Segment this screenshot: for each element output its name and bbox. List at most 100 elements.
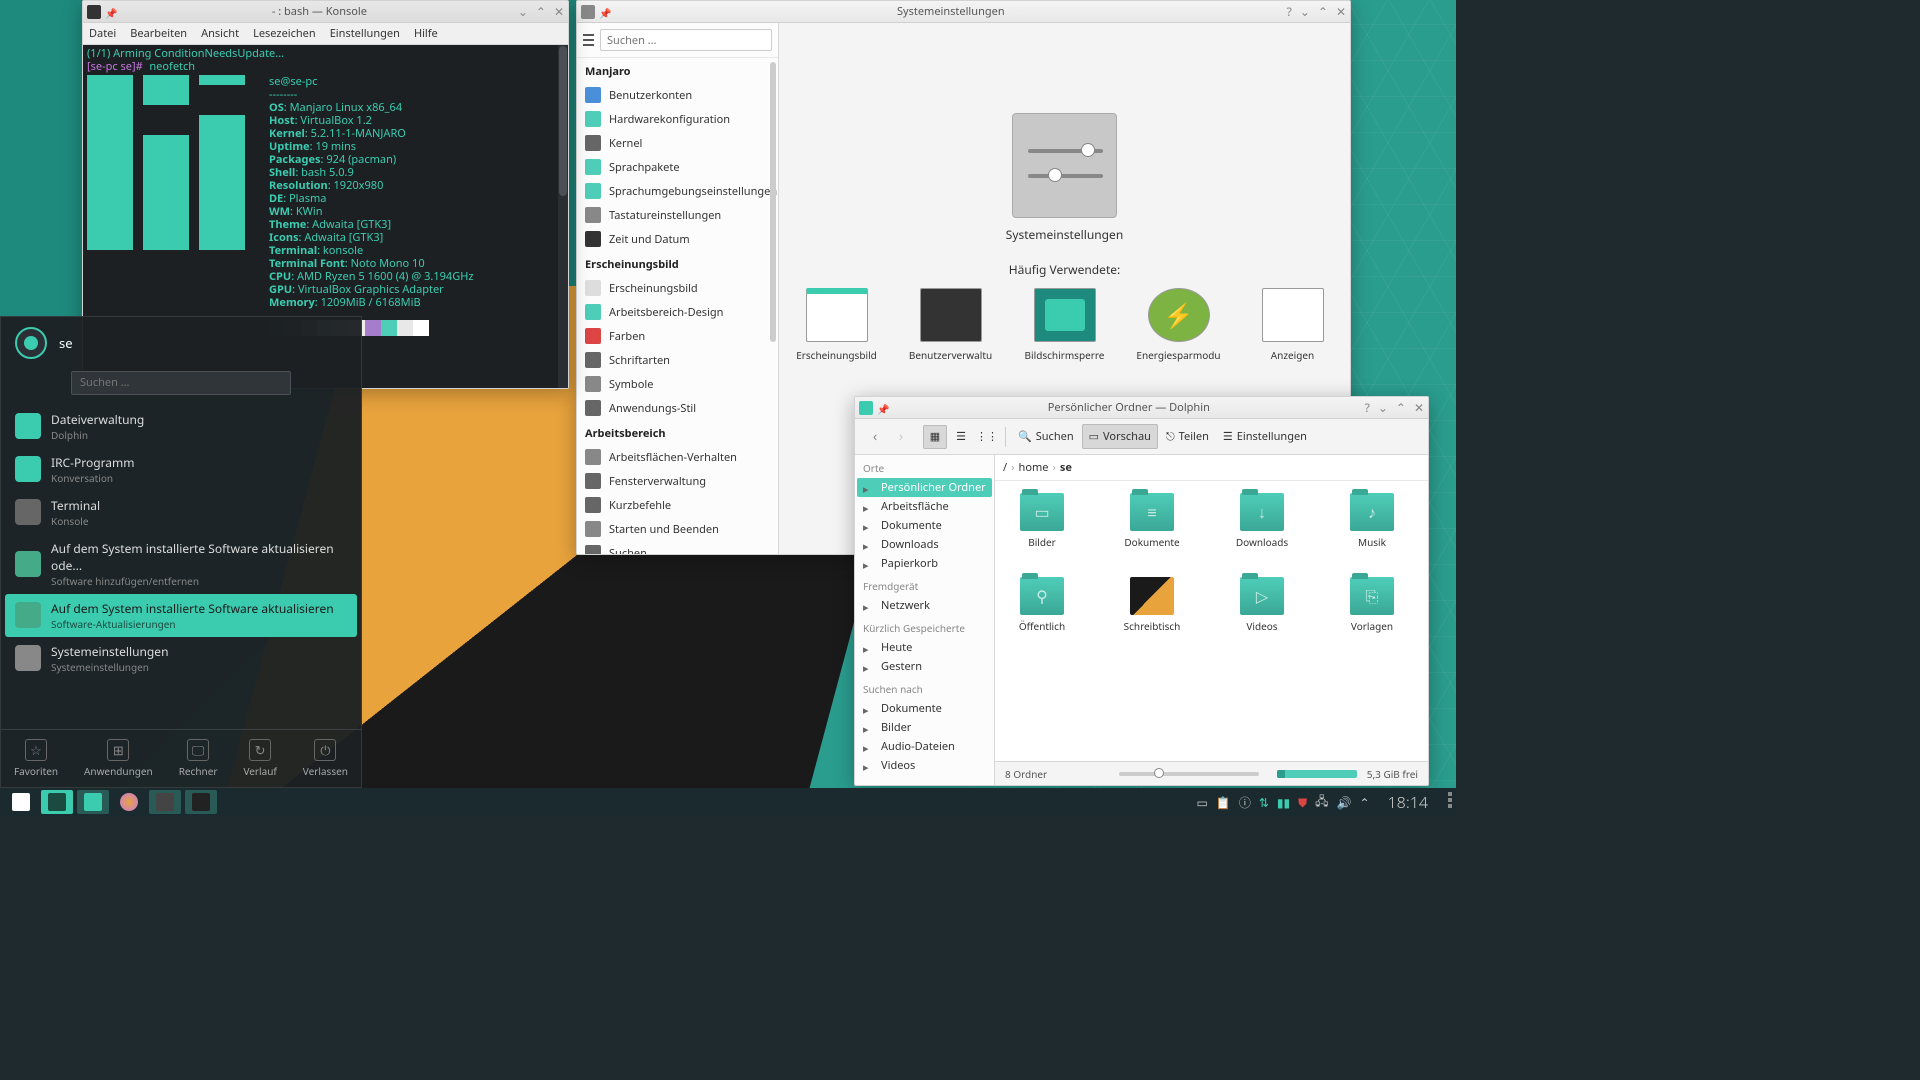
minimize-icon[interactable]: ⌄ bbox=[1300, 3, 1310, 20]
places-item[interactable]: ▸Persönlicher Ordner bbox=[857, 478, 992, 497]
taskbar-settings[interactable] bbox=[149, 790, 181, 814]
settings-item[interactable]: Arbeitsbereich-Design bbox=[577, 300, 778, 324]
settings-item[interactable]: Fensterverwaltung bbox=[577, 469, 778, 493]
taskbar-activities-icon[interactable] bbox=[1436, 792, 1456, 812]
taskbar-firefox[interactable] bbox=[113, 790, 145, 814]
freq-item[interactable]: Benutzerverwaltu bbox=[911, 288, 991, 362]
view-icons-icon[interactable]: ▦ bbox=[923, 425, 947, 449]
places-item[interactable]: ▸Dokumente bbox=[855, 699, 994, 718]
launcher-footer-item[interactable]: ⏻Verlassen bbox=[303, 739, 348, 778]
taskbar-desktop[interactable] bbox=[41, 790, 73, 814]
zoom-slider[interactable] bbox=[1119, 772, 1259, 776]
menu-ansicht[interactable]: Ansicht bbox=[201, 26, 239, 41]
menu-datei[interactable]: Datei bbox=[89, 26, 116, 41]
breadcrumb-root[interactable]: / bbox=[1003, 460, 1007, 475]
launcher-item[interactable]: IRC-ProgrammKonversation bbox=[1, 448, 361, 491]
maximize-icon[interactable]: ⌃ bbox=[536, 3, 546, 20]
pin-icon[interactable]: 📌 bbox=[599, 6, 611, 18]
terminal-scrollbar[interactable] bbox=[558, 45, 568, 388]
launcher-footer-item[interactable]: ↻Verlauf bbox=[243, 739, 276, 778]
minimize-icon[interactable]: ⌄ bbox=[1378, 399, 1388, 416]
maximize-icon[interactable]: ⌃ bbox=[1396, 399, 1406, 416]
folder-item[interactable]: ≡Dokumente bbox=[1117, 493, 1187, 549]
launcher-footer-item[interactable]: 🖵Rechner bbox=[179, 739, 218, 778]
places-item[interactable]: ▸Arbeitsfläche bbox=[855, 497, 994, 516]
taskbar-clock[interactable]: 18:14 bbox=[1380, 791, 1436, 813]
taskbar-konsole[interactable] bbox=[185, 790, 217, 814]
launcher-item[interactable]: DateiverwaltungDolphin bbox=[1, 405, 361, 448]
menu-hilfe[interactable]: Hilfe bbox=[414, 26, 438, 41]
places-item[interactable]: ▸Dokumente bbox=[855, 516, 994, 535]
taskbar-dolphin[interactable] bbox=[77, 790, 109, 814]
launcher-item[interactable]: Auf dem System installierte Software akt… bbox=[1, 534, 361, 594]
help-icon[interactable]: ? bbox=[1287, 3, 1292, 20]
folder-item[interactable]: ♪Musik bbox=[1337, 493, 1407, 549]
breadcrumb-se[interactable]: se bbox=[1060, 460, 1072, 475]
breadcrumb[interactable]: /› home› se bbox=[995, 455, 1428, 481]
launcher-item[interactable]: TerminalKonsole bbox=[1, 491, 361, 534]
places-item[interactable]: ▸Bilder bbox=[855, 718, 994, 737]
tray-network-icon[interactable]: 🖧 bbox=[1315, 792, 1328, 813]
settings-titlebar[interactable]: 📌 Systemeinstellungen ? ⌄ ⌃ ✕ bbox=[577, 1, 1350, 23]
settings-button[interactable]: ☰Einstellungen bbox=[1217, 425, 1313, 448]
nav-forward-icon[interactable]: › bbox=[889, 425, 913, 449]
folder-grid[interactable]: ▭Bilder≡Dokumente↓Downloads♪Musik⚲Öffent… bbox=[995, 481, 1428, 761]
menu-lesezeichen[interactable]: Lesezeichen bbox=[253, 26, 316, 41]
settings-item[interactable]: Kernel bbox=[577, 131, 778, 155]
folder-item[interactable]: Schreibtisch bbox=[1117, 577, 1187, 633]
freq-item[interactable]: Erscheinungsbild bbox=[797, 288, 877, 362]
folder-item[interactable]: ▷Videos bbox=[1227, 577, 1297, 633]
settings-item[interactable]: Arbeitsflächen-Verhalten bbox=[577, 445, 778, 469]
maximize-icon[interactable]: ⌃ bbox=[1318, 3, 1328, 20]
tray-manjaro-icon[interactable]: ▮▮ bbox=[1277, 794, 1290, 811]
share-button[interactable]: ⎋Teilen bbox=[1160, 425, 1215, 448]
tray-clipboard-icon[interactable]: 📋 bbox=[1216, 794, 1231, 811]
launcher-item[interactable]: SystemeinstellungenSystemeinstellungen bbox=[1, 637, 361, 680]
folder-item[interactable]: ⚲Öffentlich bbox=[1007, 577, 1077, 633]
close-icon[interactable]: ✕ bbox=[1336, 3, 1346, 20]
settings-search-input[interactable] bbox=[600, 29, 772, 51]
pin-icon[interactable]: 📌 bbox=[877, 402, 889, 414]
view-details-icon[interactable]: ⋮⋮ bbox=[975, 425, 999, 449]
freq-item[interactable]: ⚡Energiesparmodu bbox=[1139, 288, 1219, 362]
view-compact-icon[interactable]: ☰ bbox=[949, 425, 973, 449]
settings-item[interactable]: Sprachumgebungseinstellungen bbox=[577, 179, 778, 203]
settings-item[interactable]: Suchen bbox=[577, 541, 778, 554]
folder-item[interactable]: ⎘Vorlagen bbox=[1337, 577, 1407, 633]
tray-display-icon[interactable]: ▭ bbox=[1197, 794, 1208, 811]
settings-item[interactable]: Hardwarekonfiguration bbox=[577, 107, 778, 131]
settings-item[interactable]: Symbole bbox=[577, 372, 778, 396]
preview-button[interactable]: ▭Vorschau bbox=[1082, 424, 1158, 449]
tray-shield-icon[interactable]: ⛊ bbox=[1298, 794, 1307, 811]
settings-item[interactable]: Kurzbefehle bbox=[577, 493, 778, 517]
places-item[interactable]: ▸Netzwerk bbox=[855, 596, 994, 615]
settings-item[interactable]: Sprachpakete bbox=[577, 155, 778, 179]
tray-volume-icon[interactable]: 🔊 bbox=[1337, 794, 1352, 811]
places-item[interactable]: ▸Heute bbox=[855, 638, 994, 657]
folder-item[interactable]: ▭Bilder bbox=[1007, 493, 1077, 549]
places-item[interactable]: ▸Papierkorb bbox=[855, 554, 994, 573]
menu-einstellungen[interactable]: Einstellungen bbox=[330, 26, 400, 41]
taskbar-manjaro-menu[interactable] bbox=[5, 790, 37, 814]
settings-item[interactable]: Schriftarten bbox=[577, 348, 778, 372]
search-button[interactable]: 🔍Suchen bbox=[1012, 425, 1080, 448]
pin-icon[interactable]: 📌 bbox=[105, 6, 117, 18]
freq-item[interactable]: Anzeigen bbox=[1253, 288, 1333, 362]
launcher-footer-item[interactable]: ⊞Anwendungen bbox=[84, 739, 153, 778]
dolphin-titlebar[interactable]: 📌 Persönlicher Ordner — Dolphin ? ⌄ ⌃ ✕ bbox=[855, 397, 1428, 419]
nav-back-icon[interactable]: ‹ bbox=[863, 425, 887, 449]
close-icon[interactable]: ✕ bbox=[554, 3, 564, 20]
user-avatar-icon[interactable] bbox=[15, 327, 47, 359]
help-icon[interactable]: ? bbox=[1365, 399, 1370, 416]
settings-item[interactable]: Anwendungs-Stil bbox=[577, 396, 778, 420]
settings-item[interactable]: Benutzerkonten bbox=[577, 83, 778, 107]
tray-info-icon[interactable]: ⓘ bbox=[1239, 794, 1251, 811]
settings-item[interactable]: Zeit und Datum bbox=[577, 227, 778, 251]
places-item[interactable]: ▸Gestern bbox=[855, 657, 994, 676]
settings-item[interactable]: Tastatureinstellungen bbox=[577, 203, 778, 227]
close-icon[interactable]: ✕ bbox=[1414, 399, 1424, 416]
places-item[interactable]: ▸Videos bbox=[855, 756, 994, 775]
tray-updates-icon[interactable]: ⇅ bbox=[1259, 794, 1269, 811]
settings-sidebar-scrollbar[interactable] bbox=[770, 62, 776, 342]
settings-item[interactable]: Starten und Beenden bbox=[577, 517, 778, 541]
